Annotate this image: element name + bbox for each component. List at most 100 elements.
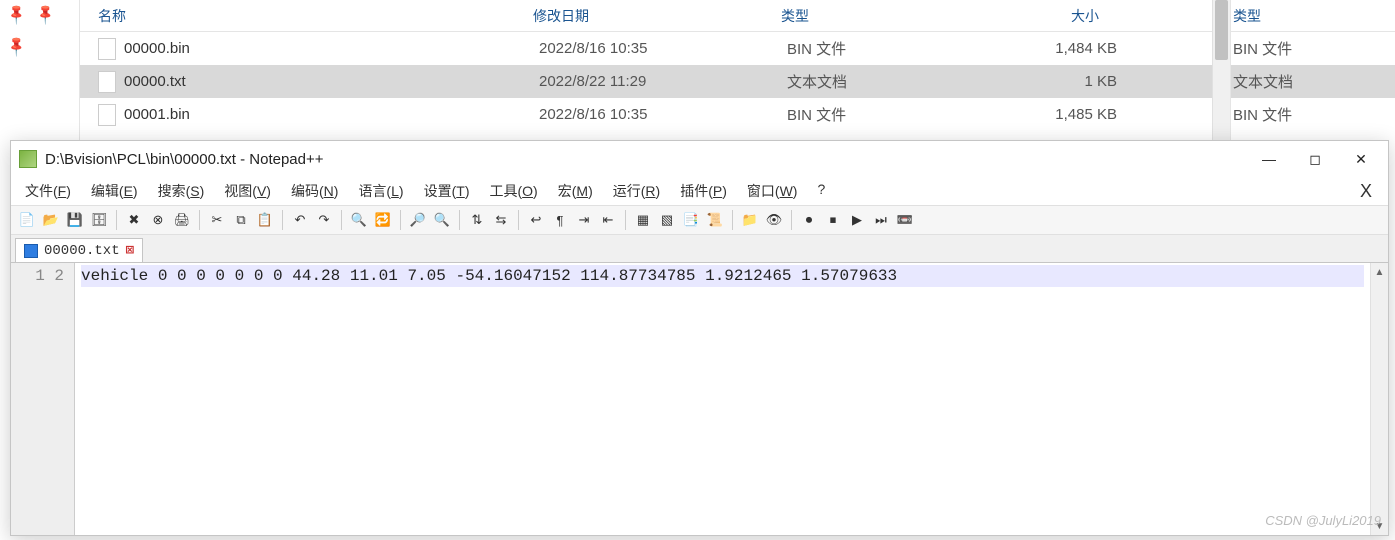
zoom-out-icon[interactable]: 🔍 <box>432 210 452 230</box>
file-type: BIN 文件 <box>787 38 987 59</box>
pin-icon[interactable]: 📌 <box>5 34 29 58</box>
menu-item[interactable]: 插件(P) <box>672 178 735 204</box>
explorer-side-panel: 类型 BIN 文件文本文档BIN 文件 <box>1230 0 1395 140</box>
side-type-row[interactable]: BIN 文件 <box>1231 98 1395 131</box>
replace-icon[interactable]: 🔁 <box>373 210 393 230</box>
title-bar[interactable]: D:\Bvision\PCL\bin\00000.txt - Notepad++… <box>11 141 1388 177</box>
pin-icon[interactable]: 📌 <box>34 2 58 26</box>
editor-scrollbar[interactable]: ▲ ▼ <box>1370 263 1388 535</box>
menu-item[interactable]: 运行(R) <box>605 178 668 204</box>
file-type: BIN 文件 <box>787 104 987 125</box>
toolbar: 📄📂💾🗄✖⊗🖨✂⧉📋↶↷🔍🔁🔎🔍⇅⇆↩¶⇥⇤▦▧📑📜📁👁⏺⏹▶⏭📼 <box>11 205 1388 235</box>
maximize-button[interactable]: ◻ <box>1292 143 1338 175</box>
menu-item[interactable]: 编辑(E) <box>83 178 146 204</box>
menu-item[interactable]: 窗口(W) <box>739 178 806 204</box>
pin-icon[interactable]: 📌 <box>5 2 29 26</box>
indent-icon[interactable]: ⇥ <box>574 210 594 230</box>
explorer-scrollbar[interactable] <box>1212 0 1230 140</box>
scrollbar-thumb[interactable] <box>1215 0 1228 60</box>
folder-icon[interactable]: 📁 <box>740 210 760 230</box>
menu-item[interactable]: 宏(M) <box>550 178 601 204</box>
minimize-button[interactable]: — <box>1246 143 1292 175</box>
play-multi-icon[interactable]: ⏭ <box>871 210 891 230</box>
monitor-icon[interactable]: 👁 <box>764 210 784 230</box>
cut-icon[interactable]: ✂ <box>207 210 227 230</box>
menu-item[interactable]: 视图(V) <box>216 178 279 204</box>
sync-h-icon[interactable]: ⇆ <box>491 210 511 230</box>
show-all-icon[interactable]: ¶ <box>550 210 570 230</box>
wrap-icon[interactable]: ↩ <box>526 210 546 230</box>
file-date: 2022/8/16 10:35 <box>539 106 787 123</box>
menu-item[interactable]: 搜索(S) <box>150 178 213 204</box>
save-icon[interactable]: 💾 <box>65 210 85 230</box>
code-line[interactable]: vehicle 0 0 0 0 0 0 0 44.28 11.01 7.05 -… <box>81 265 1364 287</box>
menu-item[interactable]: 设置(T) <box>416 178 478 204</box>
redo-icon[interactable]: ↷ <box>314 210 334 230</box>
watermark: CSDN @JulyLi2019 <box>1265 513 1381 528</box>
separator <box>732 210 733 230</box>
paste-icon[interactable]: 📋 <box>255 210 275 230</box>
tab-label: 00000.txt <box>44 243 120 259</box>
fold-icon[interactable]: ▦ <box>633 210 653 230</box>
file-icon <box>98 104 116 126</box>
file-icon <box>98 38 116 60</box>
menu-item[interactable]: 编码(N) <box>283 178 346 204</box>
record-icon[interactable]: ⏺ <box>799 210 819 230</box>
col-type[interactable]: 类型 <box>781 6 981 26</box>
save-macro-icon[interactable]: 📼 <box>895 210 915 230</box>
tab-close-icon[interactable]: ⊠ <box>126 242 134 259</box>
explorer-file-list: 名称 修改日期 类型 大小 00000.bin2022/8/16 10:35BI… <box>80 0 1212 140</box>
editor: 1 2 vehicle 0 0 0 0 0 0 0 44.28 11.01 7.… <box>11 263 1388 535</box>
close-tab-x[interactable]: X <box>1350 181 1382 202</box>
stop-icon[interactable]: ⏹ <box>823 210 843 230</box>
sync-v-icon[interactable]: ⇅ <box>467 210 487 230</box>
close-icon[interactable]: ✖ <box>124 210 144 230</box>
close-button[interactable]: ✕ <box>1338 143 1384 175</box>
menu-item[interactable]: 工具(O) <box>481 178 545 204</box>
separator <box>625 210 626 230</box>
side-type-row[interactable]: 文本文档 <box>1231 65 1395 98</box>
zoom-in-icon[interactable]: 🔎 <box>408 210 428 230</box>
separator <box>199 210 200 230</box>
menu-item[interactable]: ? <box>809 178 833 204</box>
separator <box>791 210 792 230</box>
open-icon[interactable]: 📂 <box>41 210 61 230</box>
separator <box>400 210 401 230</box>
menu-item[interactable]: 语言(L) <box>350 178 411 204</box>
notepad-plus-plus-window: D:\Bvision\PCL\bin\00000.txt - Notepad++… <box>10 140 1389 536</box>
save-all-icon[interactable]: 🗄 <box>89 210 109 230</box>
tab-00000-txt[interactable]: 00000.txt ⊠ <box>15 238 143 262</box>
explorer-columns: 名称 修改日期 类型 大小 <box>80 0 1212 32</box>
find-icon[interactable]: 🔍 <box>349 210 369 230</box>
func-list-icon[interactable]: 📜 <box>705 210 725 230</box>
outdent-icon[interactable]: ⇤ <box>598 210 618 230</box>
file-row[interactable]: 00000.bin2022/8/16 10:35BIN 文件1,484 KB <box>80 32 1212 65</box>
file-row[interactable]: 00001.bin2022/8/16 10:35BIN 文件1,485 KB <box>80 98 1212 131</box>
col-date[interactable]: 修改日期 <box>533 6 781 26</box>
file-type: 文本文档 <box>787 71 987 92</box>
play-icon[interactable]: ▶ <box>847 210 867 230</box>
print-icon[interactable]: 🖨 <box>172 210 192 230</box>
file-icon <box>98 71 116 93</box>
menu-item[interactable]: 文件(F) <box>17 178 79 204</box>
code-area[interactable]: vehicle 0 0 0 0 0 0 0 44.28 11.01 7.05 -… <box>75 263 1370 535</box>
file-name: 00001.bin <box>124 106 539 123</box>
copy-icon[interactable]: ⧉ <box>231 210 251 230</box>
undo-icon[interactable]: ↶ <box>290 210 310 230</box>
file-name: 00000.bin <box>124 40 539 57</box>
side-type-row[interactable]: BIN 文件 <box>1231 32 1395 65</box>
unfold-icon[interactable]: ▧ <box>657 210 677 230</box>
doc-map-icon[interactable]: 📑 <box>681 210 701 230</box>
menu-bar: 文件(F)编辑(E)搜索(S)视图(V)编码(N)语言(L)设置(T)工具(O)… <box>11 177 1388 205</box>
new-icon[interactable]: 📄 <box>17 210 37 230</box>
window-title: D:\Bvision\PCL\bin\00000.txt - Notepad++ <box>45 151 1246 168</box>
side-col-type[interactable]: 类型 <box>1231 0 1395 32</box>
close-all-icon[interactable]: ⊗ <box>148 210 168 230</box>
col-name[interactable]: 名称 <box>98 6 533 26</box>
scroll-up-icon[interactable]: ▲ <box>1371 263 1388 281</box>
col-size[interactable]: 大小 <box>981 6 1111 26</box>
floppy-icon <box>24 244 38 258</box>
file-row[interactable]: 00000.txt2022/8/22 11:29文本文档1 KB <box>80 65 1212 98</box>
file-size: 1 KB <box>987 73 1117 90</box>
file-size: 1,485 KB <box>987 106 1117 123</box>
